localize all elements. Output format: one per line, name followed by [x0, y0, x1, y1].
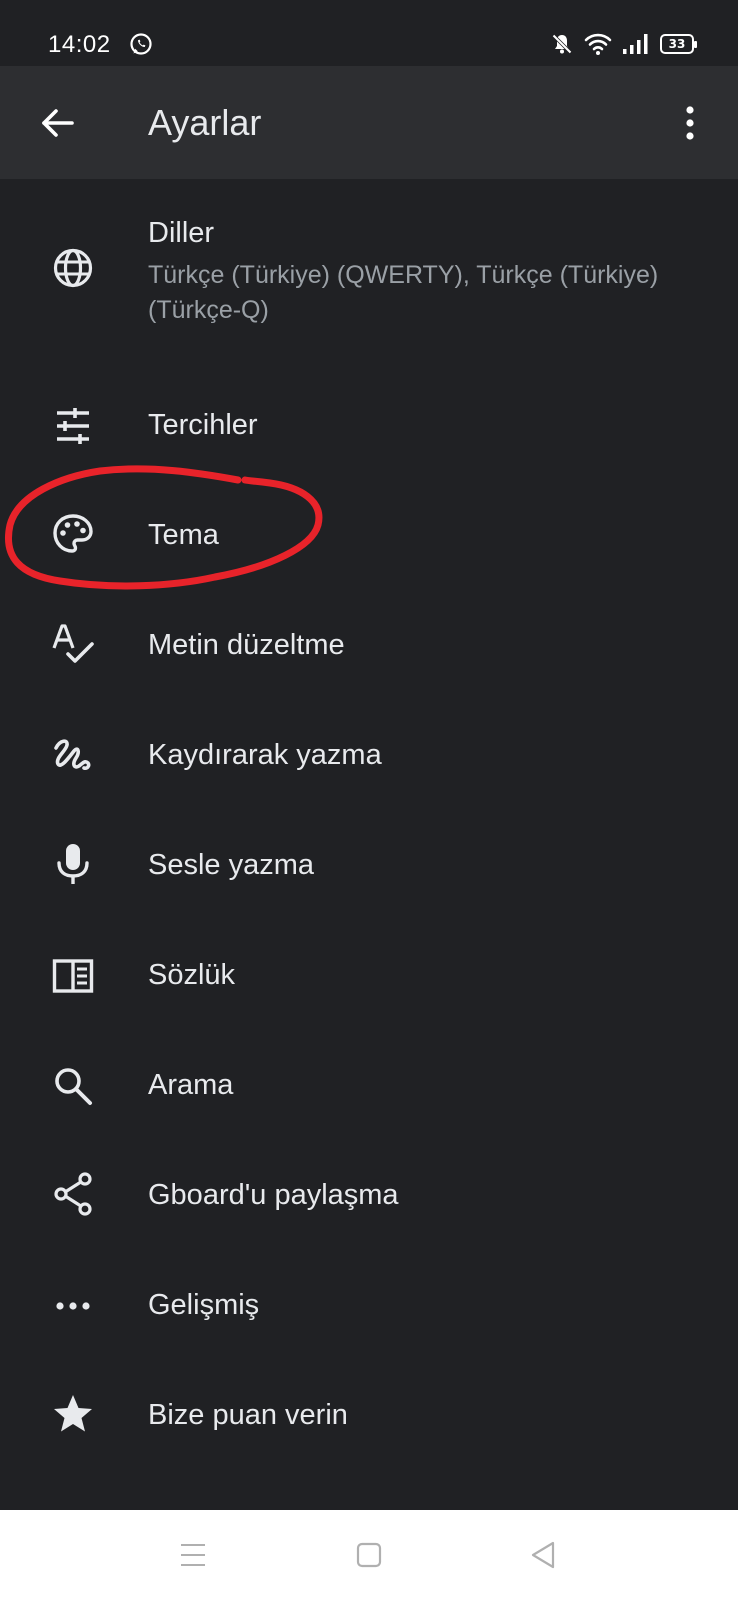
overflow-menu-button[interactable]	[670, 100, 710, 146]
app-bar: Ayarlar	[0, 66, 738, 179]
settings-item-text-correction[interactable]: Metin düzeltme	[0, 591, 738, 701]
menu-lines-icon	[181, 1544, 205, 1566]
settings-item-voice-typing[interactable]: Sesle yazma	[0, 811, 738, 921]
palette-icon	[50, 511, 96, 557]
settings-item-search[interactable]: Arama	[0, 1031, 738, 1141]
search-icon	[50, 1063, 96, 1109]
settings-item-label: Tercihler	[148, 409, 258, 441]
mute-bell-icon	[550, 32, 574, 56]
globe-icon	[50, 245, 96, 291]
settings-item-label: Kaydırarak yazma	[148, 739, 382, 771]
settings-item-label: Sesle yazma	[148, 849, 315, 881]
star-icon	[50, 1391, 96, 1437]
settings-item-label: Arama	[148, 1069, 234, 1101]
settings-item-theme[interactable]: Tema	[0, 481, 738, 591]
recents-button[interactable]	[173, 1535, 213, 1575]
settings-item-languages[interactable]: Diller Türkçe (Türkiye) (QWERTY), Türkçe…	[0, 179, 738, 371]
settings-item-label: Tema	[148, 519, 219, 551]
settings-item-glide-typing[interactable]: Kaydırarak yazma	[0, 701, 738, 811]
settings-item-label: Gboard'u paylaşma	[148, 1179, 399, 1211]
page-title: Ayarlar	[148, 102, 262, 143]
more-vert-icon	[686, 106, 694, 140]
settings-item-dictionary[interactable]: Sözlük	[0, 921, 738, 1031]
share-icon	[50, 1171, 96, 1217]
cellular-signal-icon	[622, 32, 650, 56]
settings-item-summary: Türkçe (Türkiye) (QWERTY), Türkçe (Türki…	[148, 261, 659, 324]
home-button[interactable]	[349, 1535, 389, 1575]
settings-item-advanced[interactable]: Gelişmiş	[0, 1251, 738, 1361]
whatsapp-notification-icon	[129, 32, 153, 56]
settings-item-label: Gelişmiş	[148, 1289, 260, 1321]
system-nav-bar	[0, 1510, 738, 1600]
home-square-icon	[356, 1542, 382, 1568]
settings-item-label: Metin düzeltme	[148, 629, 345, 661]
mic-icon	[50, 841, 96, 887]
wifi-icon	[584, 32, 612, 56]
back-nav-button[interactable]	[523, 1535, 563, 1575]
settings-item-preferences[interactable]: Tercihler	[0, 371, 738, 481]
back-button[interactable]	[34, 100, 80, 146]
arrow-back-icon	[42, 109, 74, 137]
settings-item-rate-us[interactable]: Bize puan verin	[0, 1361, 738, 1471]
more-horiz-icon	[50, 1283, 96, 1329]
settings-item-label: Bize puan verin	[148, 1399, 348, 1431]
settings-list: Diller Türkçe (Türkiye) (QWERTY), Türkçe…	[0, 179, 738, 1471]
tune-icon	[50, 403, 96, 449]
settings-item-label: Diller	[148, 217, 215, 249]
settings-item-share-gboard[interactable]: Gboard'u paylaşma	[0, 1141, 738, 1251]
status-icons: 33	[550, 31, 697, 57]
back-triangle-icon	[531, 1541, 555, 1569]
status-bar: 14:02 33	[0, 0, 738, 66]
dictionary-icon	[50, 953, 96, 999]
spellcheck-icon	[50, 621, 96, 667]
gesture-icon	[50, 733, 96, 779]
settings-item-label: Sözlük	[148, 959, 236, 991]
battery-icon: 33	[660, 34, 697, 54]
status-time: 14:02	[48, 31, 111, 58]
